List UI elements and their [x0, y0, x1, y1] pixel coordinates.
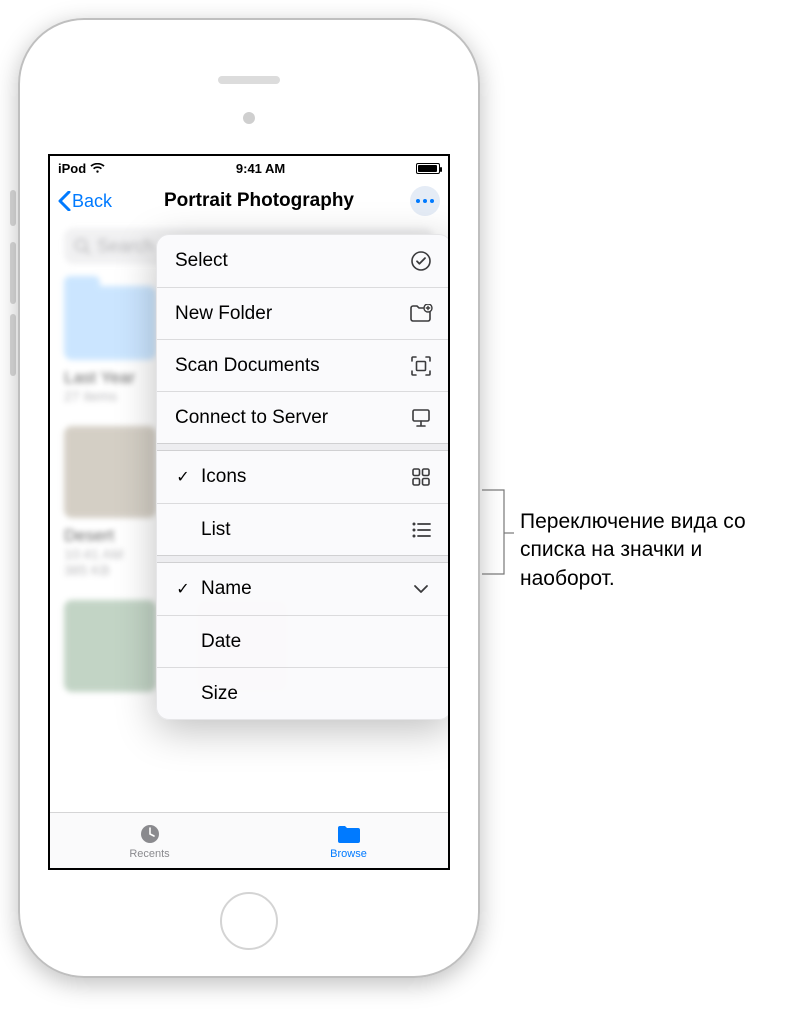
menu-connect-server[interactable]: Connect to Server	[157, 391, 450, 443]
menu-scan-documents[interactable]: Scan Documents	[157, 339, 450, 391]
device-volume-down	[10, 314, 16, 376]
chevron-down-icon	[409, 577, 433, 601]
tab-recents[interactable]: Recents	[50, 813, 249, 868]
list-icon	[409, 518, 433, 542]
menu-label: Scan Documents	[175, 355, 320, 377]
tab-browse[interactable]: Browse	[249, 813, 448, 868]
device-volume-up	[10, 242, 16, 304]
actions-popover: Select New Folder Scan Documents Connect…	[156, 234, 450, 720]
checkmark-icon: ✓	[175, 467, 191, 487]
device-camera	[243, 112, 255, 124]
menu-label: Size	[201, 683, 238, 705]
wifi-icon	[90, 163, 105, 174]
menu-label: Date	[201, 631, 241, 653]
carrier-label: iPod	[58, 161, 86, 176]
tab-label: Browse	[330, 848, 367, 860]
photo-name: Desert	[64, 526, 156, 546]
menu-label: Icons	[201, 466, 246, 488]
menu-label: List	[201, 519, 231, 541]
photo-time: 10:41 AM	[64, 546, 156, 562]
folder-icon	[336, 821, 362, 847]
clock-icon	[137, 821, 163, 847]
tab-label: Recents	[129, 848, 169, 860]
device-frame: iPod 9:41 AM Back Portrait Photography	[18, 18, 480, 978]
screen: iPod 9:41 AM Back Portrait Photography	[48, 154, 450, 870]
ellipsis-icon	[416, 199, 434, 203]
checkmark-icon: ✓	[175, 579, 191, 599]
back-button[interactable]: Back	[58, 191, 112, 212]
folder-subtitle: 27 items	[64, 388, 156, 404]
menu-separator	[157, 555, 450, 563]
photo-thumb[interactable]	[64, 426, 156, 518]
folder-name: Last Year	[64, 368, 156, 388]
status-time: 9:41 AM	[236, 161, 285, 176]
menu-view-icons[interactable]: ✓ Icons	[157, 451, 450, 503]
chevron-left-icon	[58, 191, 71, 211]
nav-bar: Back Portrait Photography	[50, 180, 448, 222]
menu-label: Connect to Server	[175, 407, 328, 429]
menu-label: New Folder	[175, 303, 272, 325]
menu-sort-date[interactable]: Date	[157, 615, 450, 667]
scan-icon	[409, 354, 433, 378]
photo-size: 385 KB	[64, 562, 156, 578]
grid-icon	[409, 465, 433, 489]
menu-sort-name[interactable]: ✓ Name	[157, 563, 450, 615]
callout-connector	[480, 488, 514, 578]
device-speaker	[218, 76, 280, 84]
folder-icon[interactable]	[64, 286, 156, 360]
menu-new-folder[interactable]: New Folder	[157, 287, 450, 339]
checkmark-circle-icon	[409, 249, 433, 273]
callout-text: Переключение вида со списка на значки и …	[520, 508, 782, 593]
tab-bar: Recents Browse	[50, 812, 448, 868]
back-label: Back	[72, 191, 112, 212]
menu-separator	[157, 443, 450, 451]
new-folder-icon	[409, 302, 433, 326]
menu-select[interactable]: Select	[157, 235, 450, 287]
menu-view-list[interactable]: List	[157, 503, 450, 555]
menu-label: Select	[175, 250, 228, 272]
search-placeholder: Search	[97, 236, 154, 257]
menu-label: Name	[201, 578, 252, 600]
battery-icon	[416, 163, 440, 174]
photo-thumb[interactable]	[64, 600, 156, 692]
status-bar: iPod 9:41 AM	[50, 156, 448, 180]
home-button[interactable]	[220, 892, 278, 950]
more-button[interactable]	[410, 186, 440, 216]
server-icon	[409, 406, 433, 430]
device-mute-switch	[10, 190, 16, 226]
search-icon	[74, 238, 91, 255]
menu-sort-size[interactable]: Size	[157, 667, 450, 719]
